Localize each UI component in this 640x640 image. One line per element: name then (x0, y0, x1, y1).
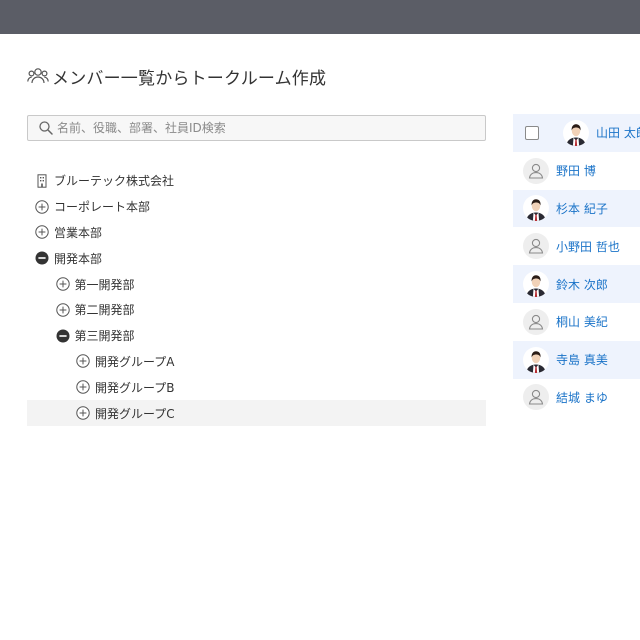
avatar (523, 346, 549, 373)
member-name-link[interactable]: 野田 博 (556, 162, 596, 179)
tree-node-label: コーポレート本部 (54, 200, 151, 215)
default-avatar-icon (523, 233, 549, 260)
tree-node[interactable]: 営業本部 (27, 220, 486, 246)
member-row[interactable]: 山田 太郎 (513, 114, 640, 152)
expand-plus-icon[interactable] (76, 406, 90, 420)
avatar (523, 195, 549, 222)
search-box[interactable] (27, 115, 486, 141)
default-avatar-icon (523, 308, 549, 335)
member-name-link[interactable]: 結城 まゆ (556, 389, 608, 406)
tree-node[interactable]: 開発グループC (27, 400, 486, 426)
expand-plus-icon[interactable] (55, 277, 70, 291)
expand-plus-icon[interactable] (76, 354, 90, 369)
tree-node-label: 第一開発部 (74, 277, 135, 292)
member-name-link[interactable]: 杉本 紀子 (556, 200, 608, 217)
building-icon (35, 174, 49, 188)
member-row[interactable]: 鈴木 次郎 (513, 265, 640, 303)
expand-plus-icon[interactable] (35, 199, 49, 214)
avatar (563, 119, 589, 146)
tree-node[interactable]: 開発グループB (27, 374, 486, 400)
member-name-link[interactable]: 鈴木 次郎 (556, 276, 608, 293)
default-avatar-icon (523, 157, 549, 184)
tree-node-label: 第三開発部 (74, 329, 135, 344)
tree-node[interactable]: 第二開発部 (27, 297, 486, 323)
member-row[interactable]: 桐山 美紀 (513, 303, 640, 341)
tree-node-label: 第二開発部 (74, 303, 135, 318)
default-avatar-icon (523, 384, 549, 411)
expand-plus-icon[interactable] (35, 225, 49, 240)
search-input[interactable] (57, 121, 457, 135)
member-name-link[interactable]: 小野田 哲也 (556, 238, 620, 255)
tree-node[interactable]: 開発グループA (27, 349, 486, 375)
expand-plus-icon[interactable] (76, 380, 90, 394)
page-header: メンバー一覧からトークルーム作成 (27, 64, 327, 89)
collapse-minus-icon[interactable] (35, 251, 49, 265)
member-row[interactable]: 野田 博 (513, 152, 640, 190)
top-bar (0, 0, 640, 34)
member-row[interactable]: 小野田 哲也 (513, 227, 640, 265)
tree-node[interactable]: 第三開発部 (27, 323, 486, 349)
tree-node-label: 営業本部 (54, 225, 103, 240)
search-icon (39, 121, 53, 135)
expand-plus-icon[interactable] (55, 303, 70, 317)
tree-node[interactable]: コーポレート本部 (27, 194, 486, 220)
members-icon (27, 68, 49, 84)
select-all-checkbox[interactable] (525, 125, 539, 140)
tree-node-label: 開発グループB (95, 380, 175, 395)
avatar (523, 271, 549, 298)
page-title: メンバー一覧からトークルーム作成 (52, 68, 327, 89)
member-name-link[interactable]: 桐山 美紀 (556, 313, 608, 330)
collapse-minus-icon[interactable] (56, 329, 70, 343)
member-row[interactable]: 結城 まゆ (513, 379, 640, 417)
tree-node[interactable]: 第一開発部 (27, 271, 486, 297)
member-name-link[interactable]: 寺島 真美 (556, 351, 608, 368)
tree-node[interactable]: ブルーテック株式会社 (27, 168, 486, 194)
tree-node-label: ブルーテック株式会社 (54, 174, 175, 189)
member-row[interactable]: 杉本 紀子 (513, 189, 640, 228)
tree-node[interactable]: 開発本部 (27, 245, 486, 271)
member-list: 山田 太郎野田 博杉本 紀子小野田 哲也鈴木 次郎桐山 美紀寺島 真美結城 まゆ (513, 114, 640, 416)
tree-node-label: 開発グループA (95, 354, 175, 369)
tree-node-label: 開発本部 (54, 251, 103, 266)
member-row[interactable]: 寺島 真美 (513, 340, 640, 379)
tree-node-label: 開発グループC (95, 406, 175, 421)
member-name-link[interactable]: 山田 太郎 (596, 124, 640, 141)
org-tree: ブルーテック株式会社 コーポレート本部 営業本部開発本部第一開発部第二開発部第三開発… (27, 168, 486, 426)
